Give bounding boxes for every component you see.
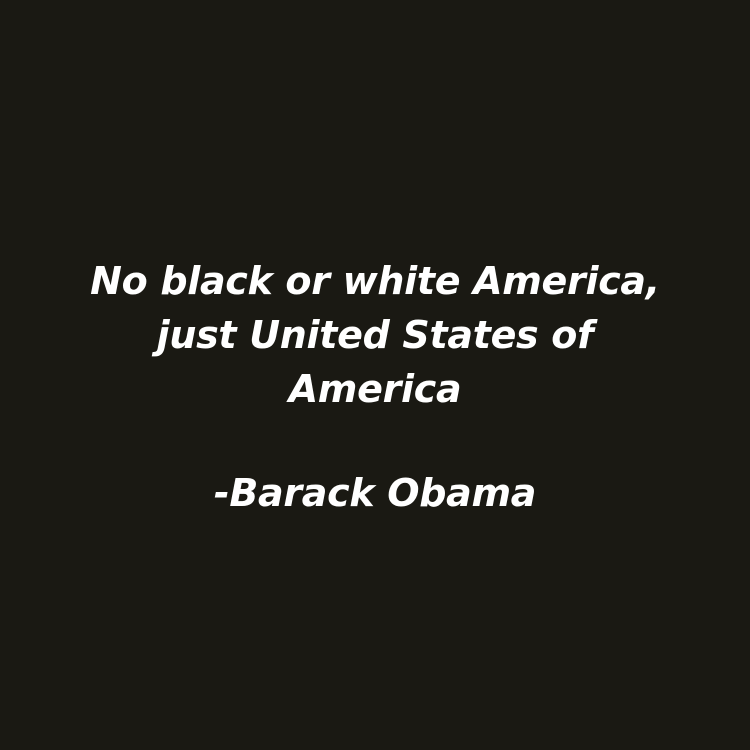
quote-attribution: -Barack Obama — [213, 471, 537, 515]
quote-line-1: No black or white America, — [90, 259, 660, 303]
quote-card: No black or white America, just United S… — [0, 0, 750, 750]
quote-line-3: America — [288, 367, 462, 411]
quote-line-2: just United States of — [156, 313, 594, 357]
quote-block: No black or white America, just United S… — [0, 254, 750, 520]
